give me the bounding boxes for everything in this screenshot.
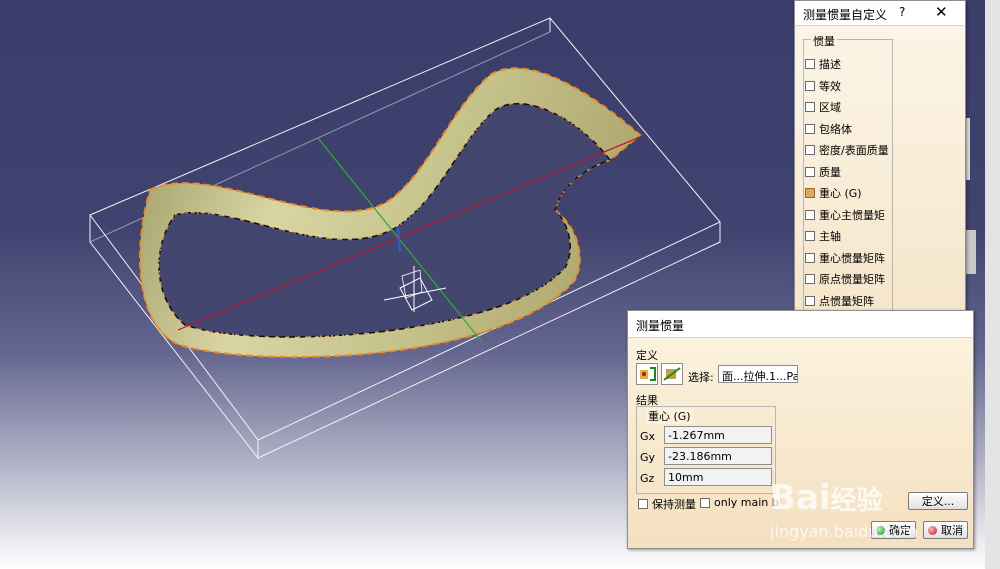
keep-measure-checkbox[interactable]: 保持测量 <box>638 496 696 512</box>
option-label: 主轴 <box>819 230 841 243</box>
checkbox-box <box>805 59 815 69</box>
option-label: 等效 <box>819 79 841 93</box>
option-label: 密度/表面质量 <box>819 144 889 157</box>
checkbox-box <box>805 209 815 220</box>
option-checkbox[interactable]: 描述 <box>805 56 841 72</box>
definition-label: 定义 <box>636 349 658 362</box>
checkbox-box <box>805 80 815 91</box>
option-checkbox[interactable]: 原点惯量矩阵 <box>805 271 885 287</box>
right-toolbar <box>985 0 1000 569</box>
extruded-part <box>139 67 642 358</box>
option-checkbox[interactable]: 重心惯量矩阵 <box>805 250 885 266</box>
ok-icon <box>876 525 885 535</box>
option-label: 包络体 <box>819 122 852 136</box>
option-checkbox[interactable]: 点惯量矩阵 <box>805 293 874 309</box>
measure-inertia-2d-icon[interactable] <box>661 363 683 385</box>
checkbox-box <box>805 166 815 177</box>
option-checkbox[interactable]: 区域 <box>805 99 841 115</box>
checkbox-box <box>805 295 815 306</box>
checkbox-box <box>805 274 815 284</box>
measure-ok-button[interactable]: 确定 <box>871 521 916 539</box>
option-checkbox[interactable]: 包络体 <box>805 121 852 137</box>
option-checkbox[interactable]: 等效 <box>805 78 841 94</box>
dialog-titlebar: 测量惯量自定义 ? ✕ <box>795 1 965 26</box>
measure-cancel-button[interactable]: 取消 <box>923 521 968 539</box>
customize-button[interactable]: 定义... <box>908 492 968 510</box>
measure-title: 测量惯量 <box>636 319 685 333</box>
measure-inertia-dialog: 测量惯量 定义 选择: 面...拉伸.1...Part 结果 重心 (G) Gx… <box>627 310 974 549</box>
option-checkbox[interactable]: 主轴 <box>805 228 841 244</box>
option-checkbox[interactable]: 重心 (G) <box>805 185 862 201</box>
checkbox-box <box>805 145 815 155</box>
option-label: 重心惯量矩阵 <box>819 251 885 265</box>
gx-label: Gx <box>640 430 656 443</box>
option-checkbox[interactable]: 质量 <box>805 164 841 180</box>
option-label: 描述 <box>819 58 841 71</box>
only-main-body-checkbox[interactable]: only main b <box>700 496 779 509</box>
option-checkbox[interactable]: 密度/表面质量 <box>805 142 889 158</box>
close-icon[interactable]: ✕ <box>935 3 948 21</box>
option-checkbox[interactable]: 重心主惯量矩 <box>805 207 885 223</box>
option-label: 重心主惯量矩 <box>819 208 885 222</box>
dialog-title: 测量惯量自定义 <box>803 8 888 22</box>
cog-label: 重心 (G) <box>646 408 693 424</box>
group-label: 惯量 <box>811 33 837 49</box>
gz-label: Gz <box>640 472 655 485</box>
gz-field[interactable]: 10mm <box>664 468 772 486</box>
checkbox-box <box>805 231 815 241</box>
help-button[interactable]: ? <box>899 5 905 19</box>
option-label: 质量 <box>819 165 841 179</box>
checkbox-box <box>805 102 815 112</box>
gy-field[interactable]: -23.186mm <box>664 447 772 465</box>
measure-titlebar: 测量惯量 <box>628 311 973 338</box>
option-label: 原点惯量矩阵 <box>819 273 885 286</box>
gx-field[interactable]: -1.267mm <box>664 426 772 444</box>
gy-label: Gy <box>640 451 656 464</box>
selection-label: 选择: <box>688 371 714 384</box>
option-label: 点惯量矩阵 <box>819 294 874 308</box>
checkbox-box <box>805 252 815 263</box>
cancel-icon <box>928 525 937 535</box>
selection-field[interactable]: 面...拉伸.1...Part <box>718 365 798 383</box>
option-label: 重心 (G) <box>819 187 862 200</box>
checkbox-box <box>805 188 815 198</box>
measure-inertia-3d-icon[interactable] <box>636 363 658 385</box>
checkbox-box <box>805 123 815 134</box>
option-label: 区域 <box>819 101 841 114</box>
